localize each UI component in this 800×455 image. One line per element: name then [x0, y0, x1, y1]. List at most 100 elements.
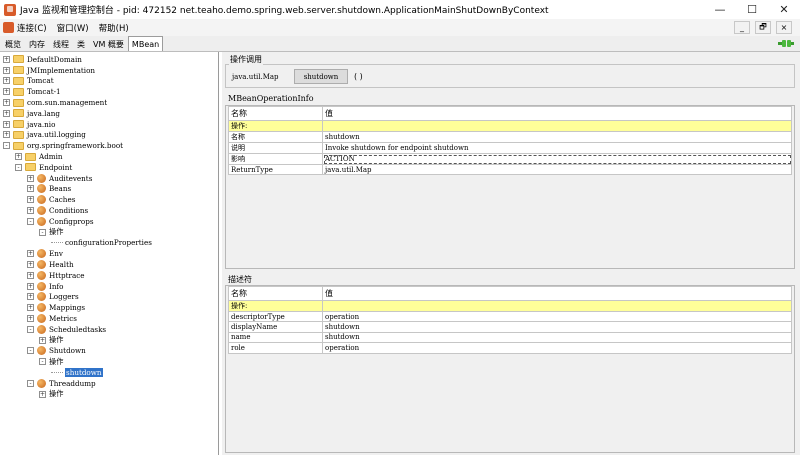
tree-node[interactable]: configurationProperties [51, 238, 152, 249]
row-name-cell[interactable]: descriptorType [228, 310, 323, 323]
tree-node[interactable]: + Conditions [27, 205, 88, 216]
column-header-name[interactable]: 名称 [228, 286, 323, 301]
table-row[interactable]: 说明 Invoke shutdown for endpoint shutdown [228, 142, 792, 154]
tree-node-label[interactable]: Auditevents [49, 174, 92, 183]
minimize-button[interactable]: — [704, 0, 736, 19]
tree-node-label[interactable]: 操作 [49, 335, 63, 345]
tree-node-label[interactable]: Threaddump [49, 379, 96, 388]
expand-icon[interactable]: + [3, 99, 10, 107]
row-value-cell[interactable]: ACTION [322, 153, 792, 165]
java-menu-icon[interactable] [3, 22, 14, 33]
expand-icon[interactable]: + [27, 174, 34, 182]
tree-node-label[interactable]: Metrics [49, 314, 77, 323]
row-value-cell[interactable]: shutdown [322, 321, 792, 333]
expand-icon[interactable]: + [3, 131, 10, 139]
tree-node-label[interactable]: configurationProperties [65, 238, 152, 247]
inner-minimize-button[interactable]: _ [734, 21, 750, 34]
tree-node-label[interactable]: shutdown [65, 368, 103, 378]
row-value-cell[interactable]: shutdown [322, 331, 792, 344]
tree-node-label[interactable]: Loggers [49, 292, 79, 301]
expand-icon[interactable]: + [27, 196, 34, 204]
inner-restore-button[interactable]: 🗗 [755, 21, 771, 34]
tree-node[interactable]: + Httptrace [27, 270, 85, 281]
tree-node-label[interactable]: Scheduledtasks [49, 325, 106, 334]
tree-node-label[interactable]: Httptrace [49, 271, 85, 280]
expand-icon[interactable]: + [15, 153, 22, 161]
expand-icon[interactable]: + [3, 109, 10, 117]
tab-memory[interactable]: 内存 [25, 37, 49, 51]
tree-node[interactable]: - Scheduledtasks [27, 324, 106, 335]
tree-node-label[interactable]: 操作 [49, 389, 63, 399]
tree-node[interactable]: + Auditevents [27, 173, 92, 184]
tree-node-label[interactable]: Caches [49, 195, 75, 204]
tree-node-label[interactable]: Beans [49, 184, 71, 193]
tree-node[interactable]: + Mappings [27, 302, 85, 313]
tree-node-label[interactable]: org.springframework.boot [27, 141, 123, 150]
tree-node-label[interactable]: Shutdown [49, 346, 86, 355]
row-value-cell[interactable] [322, 120, 792, 132]
mbean-tree[interactable]: + DefaultDomain + JMImplementation + Tomcat + T… [0, 52, 219, 455]
menu-connect[interactable]: 连接(C) [17, 22, 47, 34]
tree-node-label[interactable]: Configprops [49, 217, 94, 226]
table-row[interactable]: 操作: [228, 300, 792, 312]
expand-icon[interactable]: + [39, 390, 46, 398]
tree-node[interactable]: - org.springframework.boot [3, 140, 123, 151]
tab-mbean[interactable]: MBean [127, 36, 164, 51]
expand-icon[interactable]: + [27, 271, 34, 279]
expand-icon[interactable]: + [27, 207, 34, 215]
tree-node[interactable]: - Threaddump [27, 378, 96, 389]
tree-node[interactable]: + Tomcat-1 [3, 86, 61, 97]
tree-node-label[interactable]: 操作 [49, 357, 63, 367]
tree-node[interactable]: shutdown [51, 367, 103, 378]
table-row[interactable]: ReturnType java.util.Map [228, 163, 792, 176]
connection-status-icon[interactable] [778, 38, 794, 49]
table-row[interactable]: 名称 shutdown [228, 131, 792, 143]
column-header-value[interactable]: 值 [322, 286, 792, 301]
shutdown-invoke-button[interactable]: shutdown [294, 69, 348, 84]
table-row[interactable]: 影响 ACTION [228, 153, 792, 165]
tab-vm-summary[interactable]: VM 概要 [89, 37, 128, 51]
row-value-cell[interactable]: java.util.Map [322, 163, 792, 176]
table-row[interactable]: 操作: [228, 120, 792, 132]
row-name-cell[interactable]: 影响 [228, 153, 323, 165]
expand-icon[interactable]: + [27, 250, 34, 258]
maximize-button[interactable]: ☐ [736, 0, 768, 19]
tree-node[interactable]: + java.nio [3, 119, 55, 130]
row-name-cell[interactable]: ReturnType [228, 163, 323, 176]
close-button[interactable]: ✕ [768, 0, 800, 19]
tree-node-label[interactable]: Conditions [49, 206, 88, 215]
tree-node[interactable]: - 操作 [39, 227, 63, 238]
row-name-cell[interactable]: name [228, 331, 323, 344]
tree-node-label[interactable]: Mappings [49, 303, 85, 312]
table-row[interactable]: displayName shutdown [228, 321, 792, 333]
tree-node-label[interactable]: Health [49, 260, 74, 269]
column-header-value[interactable]: 值 [322, 106, 792, 121]
menu-help[interactable]: 帮助(H) [99, 22, 129, 34]
tree-node[interactable]: + Metrics [27, 313, 77, 324]
row-name-cell[interactable]: 操作: [228, 120, 323, 132]
tree-node[interactable]: + Env [27, 248, 63, 259]
tree-node[interactable]: + 操作 [39, 335, 63, 346]
tree-node-label[interactable]: java.util.logging [27, 130, 86, 139]
tree-node[interactable]: + Info [27, 281, 63, 292]
tree-node[interactable]: + java.lang [3, 108, 60, 119]
tree-node-label[interactable]: Env [49, 249, 63, 258]
row-name-cell[interactable]: role [228, 342, 323, 354]
tree-node[interactable]: - Shutdown [27, 346, 86, 357]
row-name-cell[interactable]: 说明 [228, 142, 323, 154]
tree-node-label[interactable]: Admin [39, 152, 63, 161]
tree-node-label[interactable]: Endpoint [39, 163, 72, 172]
collapse-icon[interactable]: - [39, 228, 46, 236]
row-value-cell[interactable] [322, 300, 792, 312]
tab-overview[interactable]: 概览 [1, 37, 25, 51]
expand-icon[interactable]: + [3, 66, 10, 74]
tree-node[interactable]: + Admin [15, 151, 63, 162]
expand-icon[interactable]: + [27, 293, 34, 301]
tree-node[interactable]: + Tomcat [3, 76, 54, 87]
row-name-cell[interactable]: 名称 [228, 131, 323, 143]
tree-node-label[interactable]: Tomcat [27, 76, 54, 85]
expand-icon[interactable]: + [27, 261, 34, 269]
expand-icon[interactable]: + [3, 120, 10, 128]
expand-icon[interactable]: + [27, 282, 34, 290]
collapse-icon[interactable]: - [27, 325, 34, 333]
